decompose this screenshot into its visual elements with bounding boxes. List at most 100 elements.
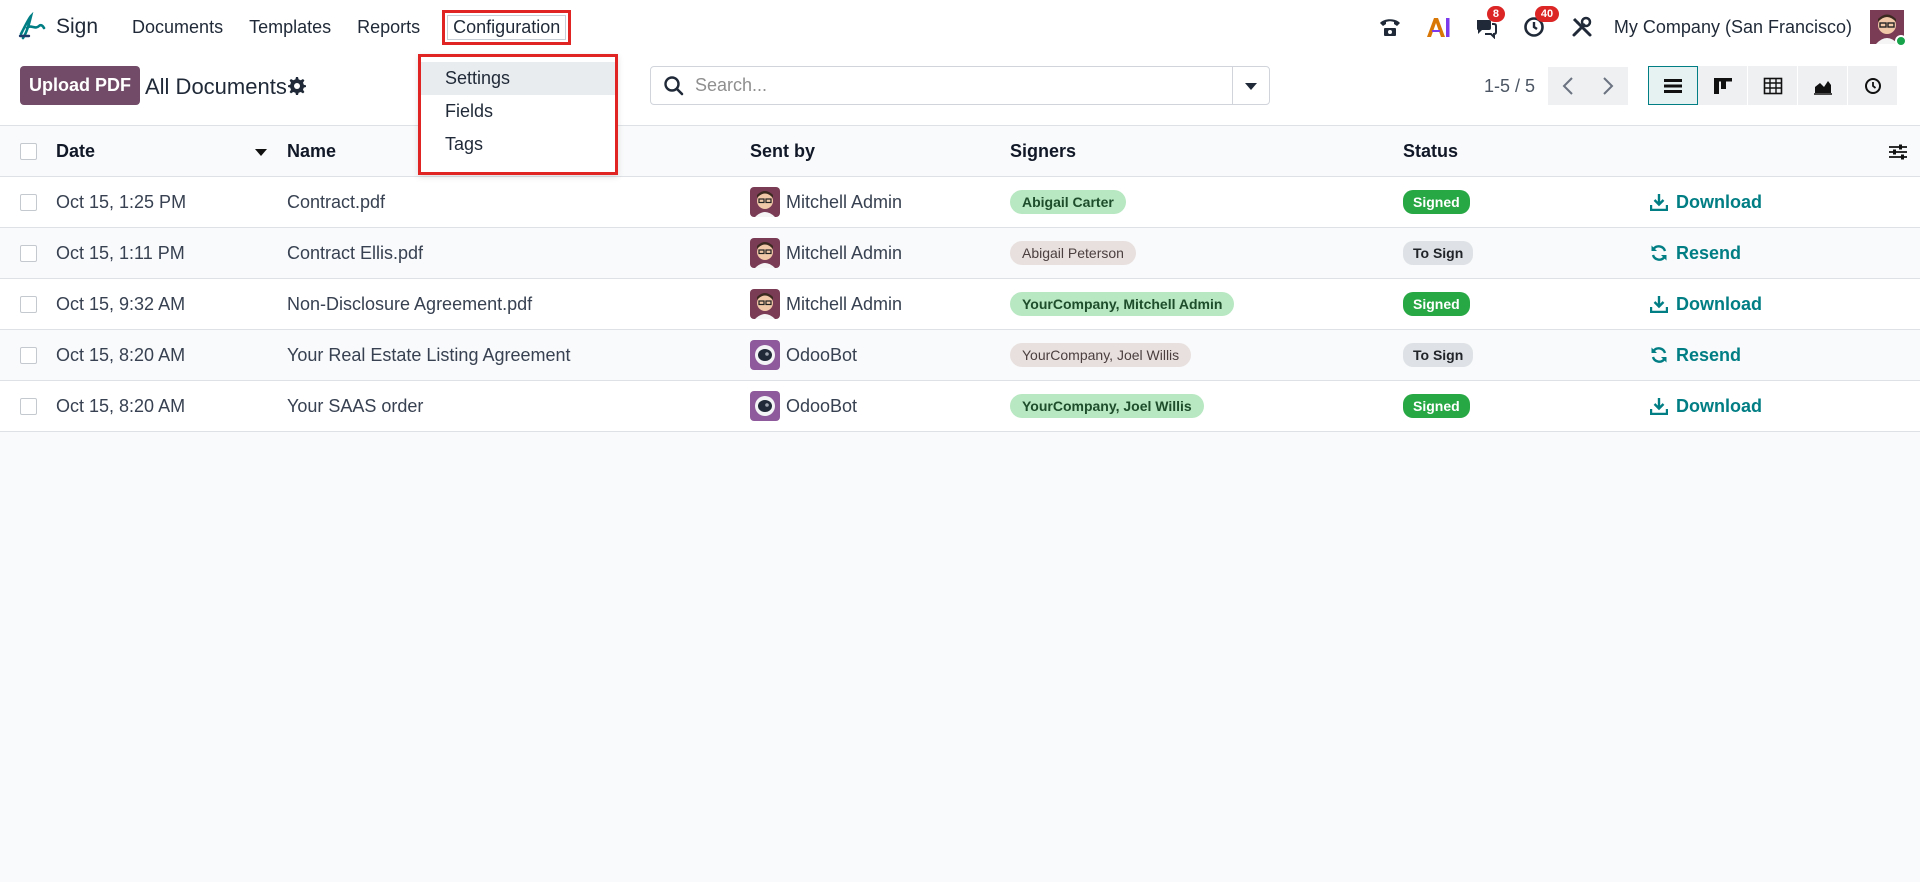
ai-icon[interactable] xyxy=(1423,12,1453,42)
row-name: Non-Disclosure Agreement.pdf xyxy=(287,293,533,314)
company-switcher[interactable]: My Company (San Francisco) xyxy=(1614,17,1852,38)
download-icon xyxy=(1650,398,1668,415)
pager-previous-button[interactable] xyxy=(1548,67,1588,105)
status-badge: Signed xyxy=(1403,394,1470,418)
row-status: Signed xyxy=(1403,279,1470,329)
sender-name: Mitchell Admin xyxy=(786,293,903,314)
activities-clock-icon[interactable]: 40 xyxy=(1519,6,1560,42)
mitchell-admin-avatar xyxy=(750,238,780,268)
action-label: Download xyxy=(1676,191,1762,212)
menu-item-fields[interactable]: Fields xyxy=(421,95,615,128)
row-checkbox[interactable] xyxy=(20,279,38,329)
caret-down-icon xyxy=(1245,82,1257,90)
table-row[interactable]: Oct 15, 8:20 AM Your SAAS order OdooBot … xyxy=(0,381,1920,432)
table-row[interactable]: Oct 15, 1:11 PM Contract Ellis.pdf Mitch… xyxy=(0,228,1920,279)
status-badge: Signed xyxy=(1403,190,1470,214)
refresh-icon xyxy=(1651,245,1667,261)
row-sent-by: Mitchell Admin xyxy=(750,177,902,227)
top-navbar: Sign Documents Templates Reports Configu… xyxy=(0,0,1920,54)
row-sent-by: Mitchell Admin xyxy=(750,279,902,329)
configuration-dropdown-menu: Settings Fields Tags xyxy=(418,54,618,175)
systray: 8 40 My Company (San Francisco) xyxy=(1366,0,1920,54)
download-icon xyxy=(1650,296,1668,313)
view-switcher xyxy=(1648,66,1898,105)
signer-tag: YourCompany, Joel Willis xyxy=(1010,343,1192,367)
area-chart-icon xyxy=(1813,80,1832,95)
action-label: Download xyxy=(1676,293,1762,314)
breadcrumb-title: All Documents xyxy=(145,74,287,99)
search-input[interactable] xyxy=(695,75,1215,96)
app-brand[interactable]: Sign xyxy=(16,11,122,43)
pager-next-button[interactable] xyxy=(1588,67,1628,105)
clock-icon xyxy=(1864,77,1881,94)
search-options-toggle[interactable] xyxy=(1232,67,1269,104)
row-checkbox[interactable] xyxy=(20,330,38,380)
phone-icon[interactable] xyxy=(1375,12,1405,42)
signer-tag: YourCompany, Joel Willis xyxy=(1010,394,1204,418)
kanban-view-button[interactable] xyxy=(1698,66,1748,105)
menu-templates[interactable]: Templates xyxy=(239,11,341,44)
sign-app-logo-icon xyxy=(16,11,48,43)
column-header-status[interactable]: Status xyxy=(1403,126,1458,176)
row-name: Contract.pdf xyxy=(287,191,386,212)
sender-name: OdooBot xyxy=(786,344,858,365)
menu-documents[interactable]: Documents xyxy=(122,11,233,44)
column-header-name[interactable]: Name xyxy=(287,126,336,176)
table-header: Date Name Sent by Signers Status xyxy=(0,126,1920,177)
list-icon xyxy=(1664,78,1682,93)
menu-item-tags[interactable]: Tags xyxy=(421,128,615,161)
table-row[interactable]: Oct 15, 9:32 AM Non-Disclosure Agreement… xyxy=(0,279,1920,330)
row-sent-by: Mitchell Admin xyxy=(750,228,902,278)
kanban-icon xyxy=(1713,77,1732,94)
select-all-checkbox[interactable] xyxy=(20,126,38,176)
gear-icon[interactable] xyxy=(287,76,307,96)
action-label: Resend xyxy=(1676,344,1742,365)
tools-icon[interactable] xyxy=(1567,12,1597,42)
chevron-left-icon xyxy=(1562,77,1573,95)
resend-button[interactable]: Resend xyxy=(1650,330,1741,380)
download-button[interactable]: Download xyxy=(1650,279,1762,329)
list-view-button[interactable] xyxy=(1648,66,1698,105)
graph-view-button[interactable] xyxy=(1798,66,1848,105)
status-badge: To Sign xyxy=(1403,343,1474,367)
activity-view-button[interactable] xyxy=(1848,66,1898,105)
download-icon xyxy=(1650,194,1668,211)
sort-descending-icon[interactable] xyxy=(254,148,268,158)
row-date: Oct 15, 9:32 AM xyxy=(56,293,186,314)
pager-value[interactable]: 1-5 / 5 xyxy=(1484,76,1535,97)
row-name: Your SAAS order xyxy=(287,395,424,416)
column-header-sent-by[interactable]: Sent by xyxy=(750,126,815,176)
row-date: Oct 15, 8:20 AM xyxy=(56,395,186,416)
row-sent-by: OdooBot xyxy=(750,330,857,380)
row-date: Oct 15, 1:11 PM xyxy=(56,242,185,263)
table-row[interactable]: Oct 15, 1:25 PM Contract.pdf Mitchell Ad… xyxy=(0,177,1920,228)
resend-button[interactable]: Resend xyxy=(1650,228,1741,278)
menu-item-settings[interactable]: Settings xyxy=(421,62,615,95)
menu-configuration[interactable]: Configuration xyxy=(442,9,572,45)
row-checkbox[interactable] xyxy=(20,177,38,227)
download-button[interactable]: Download xyxy=(1650,381,1762,431)
search-bar xyxy=(650,66,1270,105)
row-checkbox[interactable] xyxy=(20,381,38,431)
user-avatar[interactable] xyxy=(1870,10,1907,47)
column-header-signers[interactable]: Signers xyxy=(1010,126,1076,176)
row-signers: Abigail Carter xyxy=(1010,177,1126,227)
pivot-view-button[interactable] xyxy=(1748,66,1798,105)
control-panel: Upload PDF All Documents 1-5 / 5 xyxy=(0,54,1920,126)
documents-table: Date Name Sent by Signers Status Oct 15,… xyxy=(0,126,1920,432)
activities-badge: 40 xyxy=(1534,6,1560,22)
row-signers: YourCompany, Mitchell Admin xyxy=(1010,279,1235,329)
row-checkbox[interactable] xyxy=(20,228,38,278)
table-row[interactable]: Oct 15, 8:20 AM Your Real Estate Listing… xyxy=(0,330,1920,381)
upload-pdf-button[interactable]: Upload PDF xyxy=(20,66,140,105)
action-label: Resend xyxy=(1676,242,1742,263)
sender-name: OdooBot xyxy=(786,395,858,416)
download-button[interactable]: Download xyxy=(1650,177,1762,227)
menu-reports[interactable]: Reports xyxy=(347,11,430,44)
row-name: Contract Ellis.pdf xyxy=(287,242,424,263)
column-header-date[interactable]: Date xyxy=(56,126,95,176)
signer-tag: Abigail Carter xyxy=(1010,190,1126,214)
odoobot-avatar xyxy=(750,340,780,370)
messages-icon[interactable]: 8 xyxy=(1471,6,1506,42)
optional-columns-sliders-icon[interactable] xyxy=(1888,142,1908,162)
